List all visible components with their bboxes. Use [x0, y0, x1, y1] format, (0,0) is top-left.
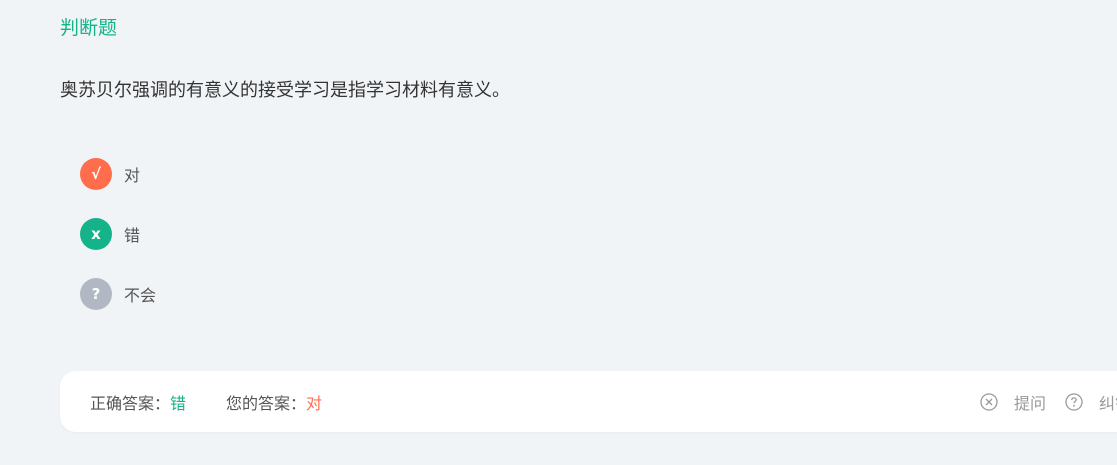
question-page: 判断题 奥苏贝尔强调的有意义的接受学习是指学习材料有意义。 √ 对 x 错 ? … [0, 0, 1117, 465]
question-type-label: 判断题 [60, 17, 118, 39]
ask-label: 提问 [1014, 393, 1047, 413]
correct-answer-value: 错 [170, 393, 187, 413]
your-answer-value: 对 [306, 393, 323, 413]
report-error-button[interactable]: 纠错 [1065, 371, 1117, 432]
option-label: 错 [124, 226, 141, 245]
your-answer: 您的答案： 对 [226, 371, 322, 432]
question-text: 奥苏贝尔强调的有意义的接受学习是指学习材料有意义。 [60, 80, 510, 101]
option-unknown[interactable]: ? 不会 [80, 278, 156, 310]
options-list: √ 对 x 错 ? 不会 [80, 158, 156, 338]
your-answer-label: 您的答案： [226, 393, 307, 413]
option-true[interactable]: √ 对 [80, 158, 156, 190]
check-icon: √ [80, 158, 112, 190]
option-false[interactable]: x 错 [80, 218, 156, 250]
correct-answer: 正确答案： 错 [90, 371, 186, 432]
cross-icon: x [80, 218, 112, 250]
report-label: 纠错 [1099, 393, 1117, 413]
question-mark-icon: ? [80, 278, 112, 310]
ask-button[interactable]: 提问 [980, 371, 1046, 432]
correct-answer-label: 正确答案： [90, 393, 171, 413]
option-label: 对 [124, 166, 141, 185]
help-circle-icon [1065, 392, 1083, 411]
answer-bar: 正确答案： 错 您的答案： 对 提问 纠 [60, 371, 1117, 432]
option-label: 不会 [124, 286, 157, 305]
close-circle-icon [980, 392, 998, 411]
